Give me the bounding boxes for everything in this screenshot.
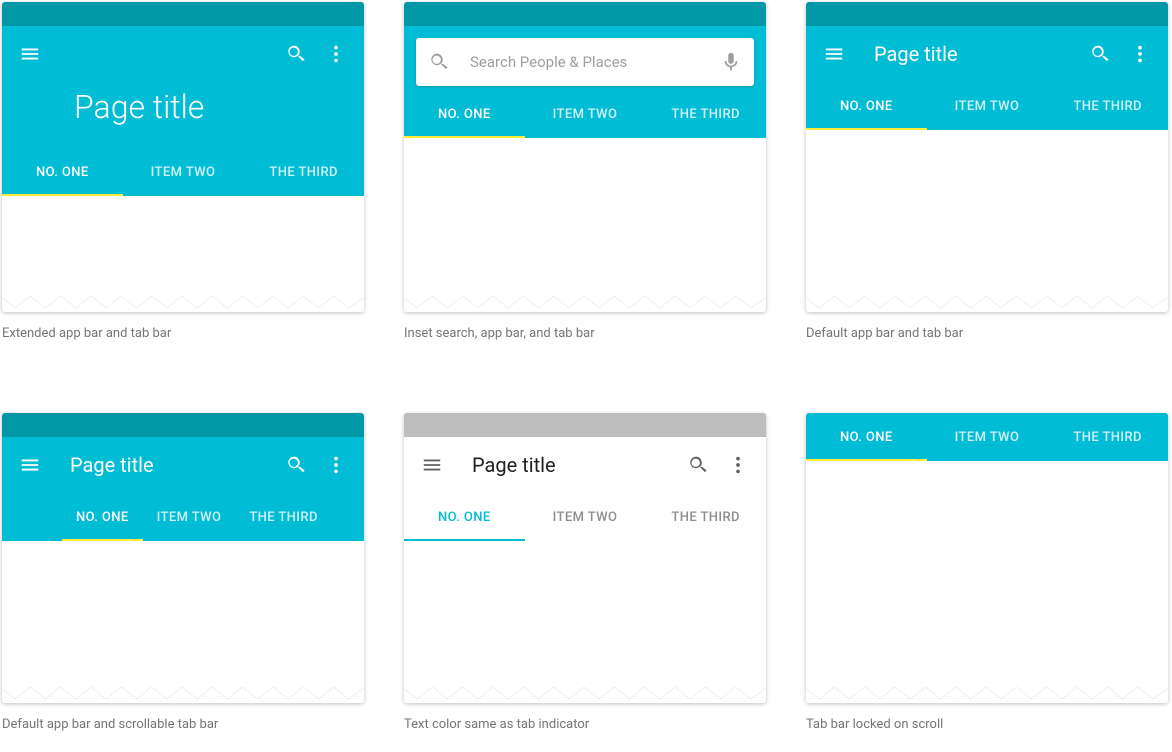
tab-bar: NO. ONE ITEM TWO THE THIRD: [404, 493, 766, 541]
more-vert-icon: [325, 43, 347, 65]
example-light-theme: Page title NO. ONE ITEM TWO THE THIRD: [404, 413, 766, 732]
overflow-button[interactable]: [316, 445, 356, 485]
example-extended-appbar: Page title NO. ONE ITEM TWO THE THIRD Ex…: [2, 2, 364, 341]
caption: Tab bar locked on scroll: [806, 717, 1168, 732]
tab-one[interactable]: NO. ONE: [806, 413, 927, 461]
search-button[interactable]: [678, 445, 718, 485]
overflow-button[interactable]: [1120, 34, 1160, 74]
app-bar: Search People & Places NO. ONE ITEM TWO …: [404, 26, 766, 138]
content-area: [2, 196, 364, 312]
tab-one[interactable]: NO. ONE: [2, 148, 123, 196]
search-button[interactable]: [276, 445, 316, 485]
app-bar-row: [2, 26, 364, 82]
tab-bar: NO. ONE ITEM TWO THE THIRD: [806, 413, 1168, 461]
status-bar: [404, 413, 766, 437]
tab-two[interactable]: ITEM TWO: [143, 493, 236, 541]
mic-icon[interactable]: [720, 51, 742, 73]
caption: Inset search, app bar, and tab bar: [404, 326, 766, 341]
menu-icon: [19, 454, 41, 476]
menu-icon: [823, 43, 845, 65]
app-bar: Page title NO. ONE ITEM TWO THE THIRD: [806, 26, 1168, 130]
caption: Default app bar and scrollable tab bar: [2, 717, 364, 732]
tab-three[interactable]: THE THIRD: [235, 493, 332, 541]
search-icon: [428, 51, 450, 73]
app-bar-row: Page title: [2, 437, 364, 493]
status-bar: [404, 2, 766, 26]
device-frame: NO. ONE ITEM TWO THE THIRD: [806, 413, 1168, 703]
app-bar-row: Page title: [404, 437, 766, 493]
tab-bar: NO. ONE ITEM TWO THE THIRD: [2, 148, 364, 196]
examples-grid: Page title NO. ONE ITEM TWO THE THIRD Ex…: [2, 2, 1170, 732]
caption: Extended app bar and tab bar: [2, 326, 364, 341]
content-area: [2, 541, 364, 703]
content-area: [806, 130, 1168, 312]
device-frame: Search People & Places NO. ONE ITEM TWO …: [404, 2, 766, 312]
tab-three[interactable]: THE THIRD: [1047, 82, 1168, 130]
status-bar: [2, 2, 364, 26]
content-area: [404, 541, 766, 703]
tab-bar: NO. ONE ITEM TWO THE THIRD: [404, 90, 766, 138]
caption: Text color same as tab indicator: [404, 717, 766, 732]
device-frame: Page title NO. ONE ITEM TWO THE THIRD: [2, 413, 364, 703]
page-title: Page title: [70, 453, 276, 477]
tab-bar: NO. ONE ITEM TWO THE THIRD: [806, 82, 1168, 130]
tab-one[interactable]: NO. ONE: [404, 90, 525, 138]
example-default-appbar: Page title NO. ONE ITEM TWO THE THIRD: [806, 2, 1168, 341]
search-icon: [285, 454, 307, 476]
overflow-button[interactable]: [718, 445, 758, 485]
search-box[interactable]: Search People & Places: [416, 38, 754, 86]
tab-one[interactable]: NO. ONE: [806, 82, 927, 130]
search-wrap: Search People & Places: [404, 26, 766, 90]
status-bar: [2, 413, 364, 437]
tab-three[interactable]: THE THIRD: [1047, 413, 1168, 461]
example-scrollable-tabs: Page title NO. ONE ITEM TWO THE THIRD: [2, 413, 364, 732]
tab-three[interactable]: THE THIRD: [645, 493, 766, 541]
example-inset-search: Search People & Places NO. ONE ITEM TWO …: [404, 2, 766, 341]
app-bar: Page title NO. ONE ITEM TWO THE THIRD: [2, 437, 364, 541]
tab-two[interactable]: ITEM TWO: [927, 82, 1048, 130]
page-title: Page title: [2, 82, 364, 148]
tab-one[interactable]: NO. ONE: [404, 493, 525, 541]
device-frame: Page title NO. ONE ITEM TWO THE THIRD: [806, 2, 1168, 312]
page-title: Page title: [874, 42, 1080, 66]
menu-button[interactable]: [814, 34, 854, 74]
tab-one[interactable]: NO. ONE: [62, 493, 143, 541]
more-vert-icon: [1129, 43, 1151, 65]
example-locked-tabs: NO. ONE ITEM TWO THE THIRD Tab bar locke…: [806, 413, 1168, 732]
tab-three[interactable]: THE THIRD: [645, 90, 766, 138]
app-bar-row: Page title: [806, 26, 1168, 82]
tab-two[interactable]: ITEM TWO: [123, 148, 244, 196]
tab-two[interactable]: ITEM TWO: [927, 413, 1048, 461]
menu-icon: [421, 454, 443, 476]
tab-two[interactable]: ITEM TWO: [525, 90, 646, 138]
app-bar: Page title NO. ONE ITEM TWO THE THIRD: [404, 437, 766, 541]
tab-two[interactable]: ITEM TWO: [525, 493, 646, 541]
caption: Default app bar and tab bar: [806, 326, 1168, 341]
search-button[interactable]: [1080, 34, 1120, 74]
app-bar: Page title NO. ONE ITEM TWO THE THIRD: [2, 26, 364, 196]
search-placeholder: Search People & Places: [470, 53, 720, 71]
device-frame: Page title NO. ONE ITEM TWO THE THIRD: [404, 413, 766, 703]
search-icon: [687, 454, 709, 476]
menu-button[interactable]: [10, 445, 50, 485]
overflow-button[interactable]: [316, 34, 356, 74]
content-area: [806, 461, 1168, 703]
menu-button[interactable]: [412, 445, 452, 485]
search-icon: [1089, 43, 1111, 65]
menu-icon: [19, 43, 41, 65]
status-bar: [806, 2, 1168, 26]
more-vert-icon: [325, 454, 347, 476]
tab-three[interactable]: THE THIRD: [243, 148, 364, 196]
more-vert-icon: [727, 454, 749, 476]
device-frame: Page title NO. ONE ITEM TWO THE THIRD: [2, 2, 364, 312]
page-title: Page title: [472, 453, 678, 477]
search-button[interactable]: [276, 34, 316, 74]
menu-button[interactable]: [10, 34, 50, 74]
tab-bar-scrollable[interactable]: NO. ONE ITEM TWO THE THIRD: [2, 493, 364, 541]
search-icon: [285, 43, 307, 65]
content-area: [404, 138, 766, 312]
